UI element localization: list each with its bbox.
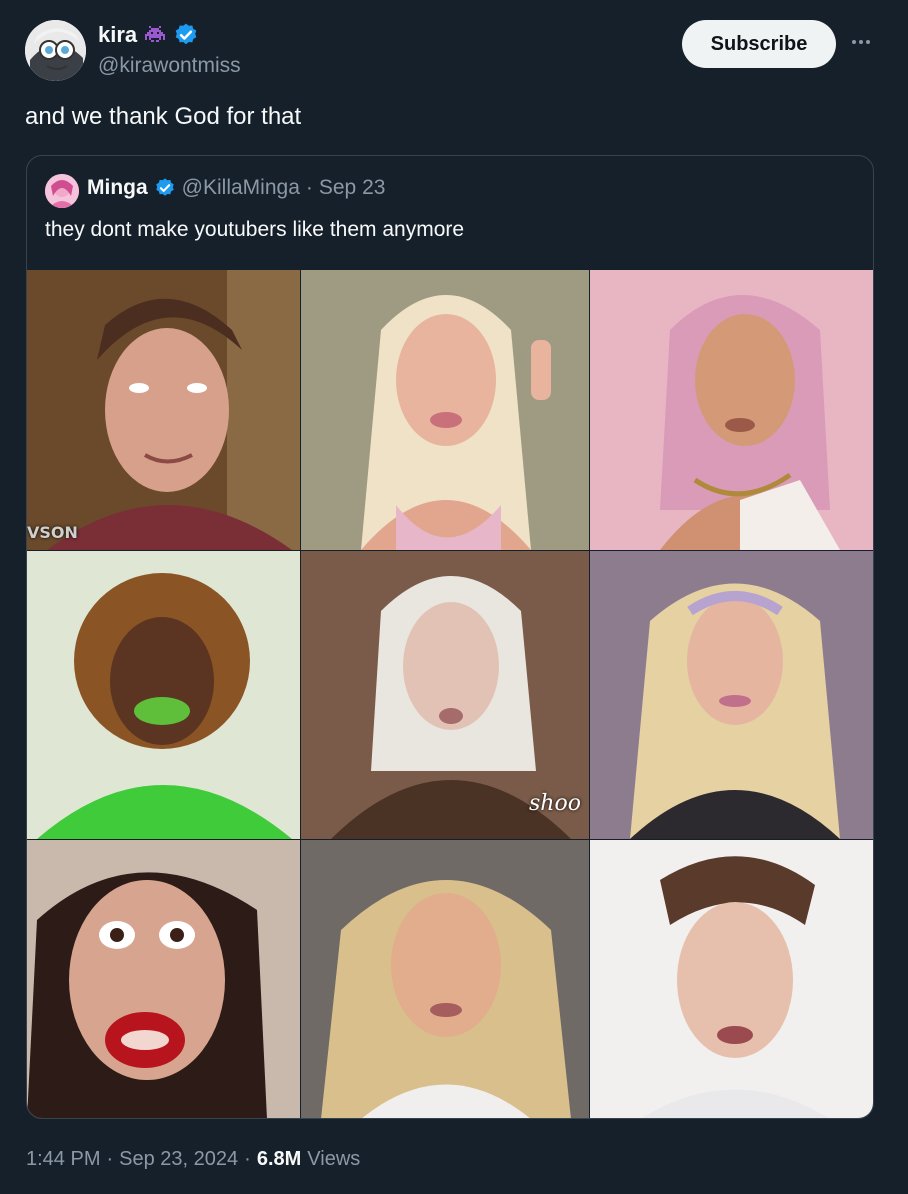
tweet-meta: 1:44 PM · Sep 23, 2024 · 6.8M Views [26, 1148, 360, 1171]
author-avatar[interactable] [25, 20, 86, 81]
space-invader-icon [143, 23, 167, 47]
verified-badge-icon [154, 177, 176, 199]
post-date[interactable]: Sep 23, 2024 [119, 1148, 238, 1171]
quoted-tweet[interactable]: Minga @KillaMinga · Sep 23 they dont mak… [26, 155, 874, 1119]
views-label: Views [307, 1148, 361, 1170]
quote-author-avatar[interactable] [45, 174, 79, 208]
collage-photo-5: shoo [301, 551, 589, 839]
author-handle[interactable]: @kirawontmiss [98, 54, 241, 78]
quote-header: Minga @KillaMinga · Sep 23 [87, 176, 385, 200]
collage-watermark: VSON [27, 523, 78, 542]
more-options-icon[interactable] [846, 32, 876, 52]
post-time[interactable]: 1:44 PM [26, 1148, 100, 1171]
separator-dot: · [244, 1148, 251, 1170]
quote-date[interactable]: Sep 23 [319, 176, 386, 200]
author-name[interactable]: kira [98, 22, 137, 48]
collage-photo-1: VSON [27, 270, 300, 550]
collage-photo-3 [590, 270, 873, 550]
collage-photo-9 [590, 840, 873, 1118]
collage-photo-8 [301, 840, 589, 1118]
collage-photo-7 [27, 840, 300, 1118]
separator-dot: · [305, 176, 313, 199]
photo-collage[interactable]: VSON shoo [27, 270, 873, 1118]
tweet-text: and we thank God for that [25, 103, 302, 130]
quote-author-handle[interactable]: @KillaMinga [182, 176, 300, 200]
verified-badge-icon [173, 22, 199, 48]
subscribe-button[interactable]: Subscribe [682, 20, 836, 68]
collage-photo-4 [27, 551, 300, 839]
collage-caption: shoo [529, 791, 581, 816]
collage-photo-6 [590, 551, 873, 839]
author-avatar-image [25, 20, 86, 81]
separator-dot: · [106, 1148, 114, 1170]
quote-author-name[interactable]: Minga [87, 176, 148, 200]
quote-text: they dont make youtubers like them anymo… [45, 218, 465, 241]
author-line: kira [98, 22, 199, 48]
collage-photo-2 [301, 270, 589, 550]
views-count: 6.8M [256, 1148, 302, 1170]
